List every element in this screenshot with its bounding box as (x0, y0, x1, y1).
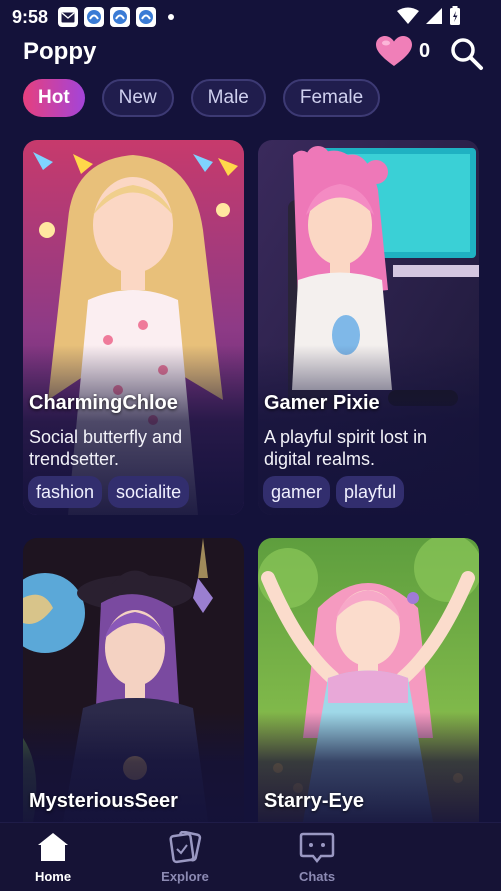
battery-icon (450, 6, 460, 25)
mail-notification-icon (58, 7, 79, 27)
card-tag[interactable]: gamer (263, 476, 331, 508)
nav-chats-label: Chats (298, 869, 336, 884)
filter-female[interactable]: Female (282, 79, 381, 117)
card-description: Social butterfly and trendsetter. (29, 427, 183, 469)
status-bar: 9:58 (0, 0, 501, 34)
heart-count: 0 (419, 40, 431, 62)
card-tags: gamer playful (263, 476, 405, 508)
nav-explore-label: Explore (161, 869, 209, 884)
more-notifications-dot-icon (168, 14, 175, 20)
card-name: Gamer Pixie (264, 392, 380, 414)
app-notification-icon (84, 7, 105, 27)
home-icon (38, 833, 68, 861)
filter-hot[interactable]: Hot (23, 79, 85, 117)
card-description: A playful spirit lost in digital realms. (264, 427, 428, 469)
filter-tabs: Hot New Male Female (23, 79, 381, 117)
character-card[interactable]: CharmingChloe Social butterfly and trend… (23, 140, 244, 515)
character-card[interactable]: Starry-Eye (258, 538, 479, 822)
character-card[interactable]: Gamer Pixie A playful spirit lost in dig… (258, 140, 479, 515)
character-card[interactable]: MysteriousSeer (23, 538, 244, 822)
app-title: Poppy (23, 38, 97, 65)
nav-chats[interactable]: Chats (272, 823, 362, 891)
card-name: Starry-Eye (264, 790, 365, 812)
card-name: CharmingChloe (29, 392, 178, 414)
bottom-navigation: Home Explore Chats (0, 822, 501, 891)
app-notification-icon (110, 7, 131, 27)
nav-home[interactable]: Home (8, 823, 98, 891)
filter-male[interactable]: Male (190, 79, 266, 117)
app-notification-icon (136, 7, 157, 27)
filter-new[interactable]: New (101, 79, 174, 117)
heart-icon[interactable] (376, 36, 412, 68)
chat-bubble-icon (299, 832, 335, 864)
search-icon[interactable] (450, 37, 484, 71)
status-time: 9:58 (12, 6, 49, 27)
card-tag[interactable]: playful (336, 476, 405, 508)
card-tag[interactable]: socialite (108, 476, 190, 508)
card-name: MysteriousSeer (29, 790, 178, 812)
cards-icon (169, 831, 202, 864)
wifi-icon (397, 7, 419, 24)
signal-icon (426, 8, 442, 24)
card-tags: fashion socialite (28, 476, 190, 508)
nav-explore[interactable]: Explore (140, 823, 230, 891)
app-header: Poppy 0 (0, 34, 501, 74)
nav-home-label: Home (34, 869, 72, 884)
card-tag[interactable]: fashion (28, 476, 103, 508)
